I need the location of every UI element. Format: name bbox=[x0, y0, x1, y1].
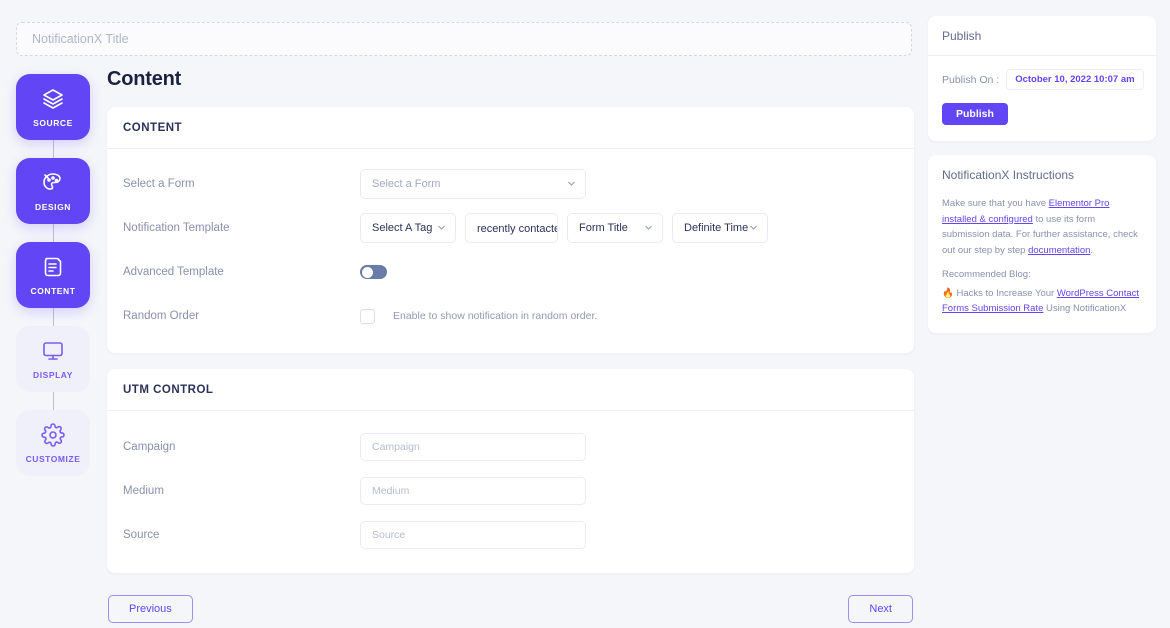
row-notification-template: Notification Template Select A Tag recen… bbox=[123, 211, 898, 245]
blog-text-b: Using NotificationX bbox=[1043, 303, 1127, 315]
notification-title-field-wrap bbox=[16, 22, 912, 56]
documentation-link[interactable]: documentation bbox=[1028, 245, 1090, 256]
definite-time-value: Definite Time bbox=[684, 222, 749, 234]
utm-source-field bbox=[360, 521, 898, 549]
publish-button[interactable]: Publish bbox=[942, 103, 1008, 125]
select-tag-dropdown[interactable]: Select A Tag bbox=[360, 213, 456, 243]
previous-button[interactable]: Previous bbox=[108, 595, 193, 623]
right-sidebar: Publish Publish On : October 10, 2022 10… bbox=[928, 16, 1156, 347]
utm-campaign-field bbox=[360, 433, 898, 461]
fire-icon: 🔥 bbox=[942, 287, 954, 299]
random-order-label: Random Order bbox=[123, 310, 200, 322]
instructions-text-a: Make sure that you have bbox=[942, 198, 1049, 209]
form-title-value: Form Title bbox=[579, 222, 628, 234]
next-button[interactable]: Next bbox=[848, 595, 913, 623]
instructions-card: NotificationX Instructions Make sure tha… bbox=[928, 155, 1156, 334]
utm-medium-label: Medium bbox=[123, 485, 164, 497]
content-card: CONTENT Select a Form Select a Form Noti… bbox=[107, 107, 914, 353]
utm-campaign-label: Campaign bbox=[123, 441, 176, 453]
utm-medium-input[interactable] bbox=[360, 477, 586, 505]
stepper-item-source[interactable]: SOURCE bbox=[16, 74, 90, 140]
content-card-heading: CONTENT bbox=[107, 107, 914, 149]
stepper-item-display-label: DISPLAY bbox=[33, 369, 73, 380]
stepper-connector-3 bbox=[52, 308, 54, 326]
instructions-body: Make sure that you have Elementor Pro in… bbox=[928, 182, 1156, 333]
utm-source-label: Source bbox=[123, 529, 160, 541]
content-card-body: Select a Form Select a Form Notification… bbox=[107, 149, 914, 353]
select-form-dropdown[interactable]: Select a Form bbox=[360, 169, 586, 199]
recommended-blog-label: Recommended Blog: bbox=[942, 268, 1031, 280]
select-form-value: Select a Form bbox=[372, 178, 441, 190]
chevron-down-icon bbox=[568, 181, 575, 186]
recently-contacted-value: recently contacted ↘ bbox=[477, 222, 557, 235]
wizard-stepper: SOURCE DESIGN CONTENT DISPLAY CUSTOMIZE bbox=[16, 74, 90, 494]
row-utm-campaign: Campaign bbox=[123, 433, 898, 461]
palette-icon bbox=[43, 172, 61, 190]
blog-text-a: Hacks to Increase Your bbox=[953, 287, 1057, 299]
instructions-text-c: . bbox=[1090, 245, 1094, 257]
utm-campaign-input[interactable] bbox=[360, 433, 586, 461]
row-advanced-template: Advanced Template bbox=[123, 255, 898, 289]
notification-template-label: Notification Template bbox=[123, 222, 230, 234]
row-random-order: Random Order Enable to show notification… bbox=[123, 299, 898, 333]
notification-title-input[interactable] bbox=[16, 22, 912, 56]
random-order-checkbox-text: Enable to show notification in random or… bbox=[393, 310, 598, 322]
stepper-item-design[interactable]: DESIGN bbox=[16, 158, 90, 224]
select-tag-value: Select A Tag bbox=[372, 222, 433, 234]
select-form-field: Select a Form bbox=[360, 169, 898, 199]
monitor-icon bbox=[43, 341, 63, 360]
page-title: Content bbox=[107, 68, 182, 90]
utm-control-card: UTM CONTROL Campaign Medium Source bbox=[107, 369, 914, 573]
publish-card-body: Publish On : October 10, 2022 10:07 am P… bbox=[928, 56, 1156, 141]
wizard-nav: Previous Next bbox=[107, 595, 914, 623]
document-icon bbox=[44, 257, 62, 276]
stepper-connector-4 bbox=[52, 392, 54, 410]
form-title-dropdown[interactable]: Form Title bbox=[567, 213, 663, 243]
publish-on-row: Publish On : October 10, 2022 10:07 am bbox=[942, 69, 1144, 90]
publish-on-label: Publish On : bbox=[942, 73, 1000, 86]
stepper-item-customize[interactable]: CUSTOMIZE bbox=[16, 410, 90, 476]
random-order-checkbox[interactable] bbox=[360, 308, 375, 324]
stepper-item-content[interactable]: CONTENT bbox=[16, 242, 90, 308]
toggle-knob bbox=[361, 266, 373, 278]
utm-card-heading: UTM CONTROL bbox=[107, 369, 914, 411]
stepper-connector-1 bbox=[52, 140, 54, 158]
chevron-down-icon bbox=[438, 225, 445, 230]
advanced-template-label: Advanced Template bbox=[123, 266, 224, 278]
notification-template-field: Select A Tag recently contacted ↘ Form T… bbox=[360, 213, 898, 243]
publish-card-heading: Publish bbox=[928, 16, 1156, 56]
row-utm-medium: Medium bbox=[123, 477, 898, 505]
gear-icon bbox=[41, 422, 65, 447]
stepper-item-source-label: SOURCE bbox=[33, 117, 73, 128]
publish-on-date[interactable]: October 10, 2022 10:07 am bbox=[1006, 69, 1144, 90]
definite-time-dropdown[interactable]: Definite Time bbox=[672, 213, 768, 243]
select-form-label: Select a Form bbox=[123, 178, 195, 190]
utm-source-input[interactable] bbox=[360, 521, 586, 549]
random-order-field: Enable to show notification in random or… bbox=[360, 308, 898, 324]
advanced-template-field bbox=[360, 265, 898, 279]
instructions-heading: NotificationX Instructions bbox=[942, 168, 1075, 182]
utm-card-body: Campaign Medium Source bbox=[107, 411, 914, 573]
row-utm-source: Source bbox=[123, 521, 898, 549]
stepper-connector-2 bbox=[52, 224, 54, 242]
stepper-item-customize-label: CUSTOMIZE bbox=[25, 453, 81, 464]
row-select-form: Select a Form Select a Form bbox=[123, 167, 898, 201]
chevron-down-icon bbox=[750, 225, 757, 230]
utm-medium-field bbox=[360, 477, 898, 505]
recommended-blog-paragraph: 🔥 Hacks to Increase Your WordPress Conta… bbox=[942, 286, 1142, 317]
advanced-template-toggle[interactable] bbox=[360, 265, 387, 279]
instructions-paragraph-1: Make sure that you have Elementor Pro in… bbox=[942, 196, 1142, 259]
publish-card: Publish Publish On : October 10, 2022 10… bbox=[928, 16, 1156, 141]
chevron-down-icon bbox=[645, 225, 652, 230]
layers-icon bbox=[43, 88, 63, 109]
stepper-item-content-label: CONTENT bbox=[30, 285, 76, 296]
recently-contacted-dropdown[interactable]: recently contacted ↘ bbox=[465, 213, 558, 243]
stepper-item-display[interactable]: DISPLAY bbox=[16, 326, 90, 392]
notificationx-wizard-page: SOURCE DESIGN CONTENT bbox=[0, 0, 1170, 628]
main-content: Content CONTENT Select a Form Select a F… bbox=[107, 68, 914, 623]
stepper-item-design-label: DESIGN bbox=[35, 201, 71, 212]
